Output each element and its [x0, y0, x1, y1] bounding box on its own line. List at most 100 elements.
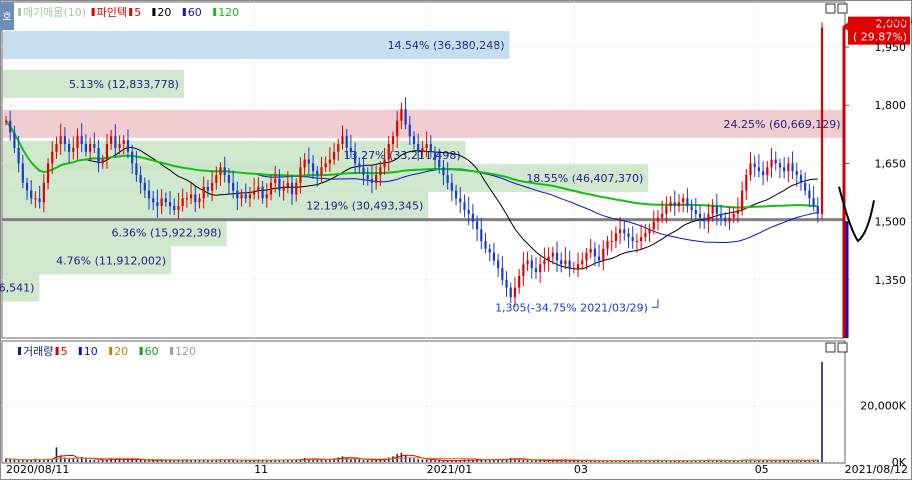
volume-bar — [76, 459, 79, 462]
volume-bar — [68, 458, 70, 462]
candle-body — [84, 144, 88, 152]
candle-body — [391, 136, 395, 145]
candle-body — [320, 167, 323, 176]
candle-body — [589, 248, 592, 253]
volume-bar — [535, 460, 537, 462]
candle-body — [118, 144, 121, 148]
candle-body — [669, 202, 672, 207]
volume-bar — [434, 460, 436, 462]
candle-body — [412, 136, 416, 145]
candle-body — [227, 175, 231, 183]
candle-body — [223, 167, 226, 176]
candle-body — [631, 237, 634, 242]
candle-body — [627, 233, 630, 238]
candle-body — [753, 163, 756, 168]
stock-chart: 14.54% (36,380,248)24.25% (60,669,129)5.… — [0, 0, 912, 480]
price-legend-swatch — [213, 8, 217, 16]
candle-body — [593, 248, 596, 257]
candle-body — [185, 198, 188, 200]
candle-body — [295, 182, 298, 195]
panel-maximize-button[interactable] — [825, 3, 836, 14]
candle-body — [282, 186, 285, 191]
volume-legend-label: 20 — [114, 345, 128, 358]
volume-bar — [9, 459, 12, 462]
candle-body — [774, 159, 777, 164]
candle-body — [543, 260, 546, 265]
candle-body — [614, 233, 617, 242]
candle-body — [459, 198, 462, 203]
volume-bar — [110, 458, 112, 462]
volume-legend-label: 60 — [145, 345, 159, 358]
volume-bar — [236, 460, 239, 462]
candle-body — [274, 178, 277, 183]
volume-bar — [43, 459, 45, 462]
panel-close-button[interactable] — [837, 342, 848, 353]
candle-body — [25, 182, 29, 191]
candle-body — [501, 268, 504, 280]
candle-body — [189, 194, 193, 199]
price-legend-swatch — [152, 8, 156, 16]
candle-body — [269, 182, 273, 195]
candle-body — [497, 260, 500, 269]
candle-body — [656, 217, 660, 222]
low-price-annotation: 1,305(-34.75% 2021/03/29) — [495, 301, 648, 314]
candle-body — [597, 256, 601, 261]
volume-profile-label: 18.55% (46,407,370) — [526, 172, 643, 185]
candle-body — [572, 268, 575, 270]
candle-body — [640, 237, 643, 242]
volume-bar — [122, 460, 125, 462]
candle-body — [438, 159, 441, 168]
volume-bar — [13, 459, 16, 462]
price-legend-swatch — [18, 8, 21, 16]
candle-body — [732, 213, 735, 218]
volume-legend-swatch — [55, 347, 59, 355]
candle-body — [362, 167, 365, 176]
candle-body — [450, 182, 453, 191]
candle-body — [177, 206, 180, 210]
candle-body — [299, 167, 302, 183]
candle-body — [665, 206, 668, 214]
price-legend-label: 20 — [157, 6, 171, 19]
price-legend-label: 60 — [188, 6, 202, 19]
candle-body — [366, 175, 369, 179]
candle-body — [480, 229, 483, 242]
volume-bar — [526, 460, 529, 462]
volume-profile-label: 12.19% (30,493,345) — [306, 199, 423, 212]
volume-bar — [101, 460, 104, 462]
candle-body — [332, 151, 336, 160]
candle-body — [232, 182, 235, 191]
candle-body — [619, 229, 622, 234]
volume-bar — [821, 362, 823, 462]
candle-body — [9, 120, 12, 133]
candle-body — [433, 151, 437, 160]
price-tick-label: 1,800 — [875, 99, 907, 112]
candle-body — [303, 159, 306, 168]
candle-body — [341, 136, 344, 145]
candle-body — [471, 213, 474, 222]
candle-body — [728, 217, 731, 222]
volume-bar — [530, 460, 533, 462]
candle-body — [766, 167, 769, 176]
candle-body — [311, 163, 315, 172]
candle-body — [484, 241, 487, 249]
candle-body — [799, 175, 803, 183]
panel-close-button[interactable] — [837, 3, 848, 14]
candle-body — [42, 182, 45, 203]
candle-body — [736, 209, 739, 214]
candle-body — [602, 248, 605, 261]
volume-bar — [665, 460, 668, 462]
candle-body — [534, 268, 538, 273]
panel-maximize-button[interactable] — [825, 342, 836, 353]
candle-body — [560, 260, 563, 265]
candle-body — [804, 182, 807, 191]
candle-body — [110, 136, 113, 145]
candle-body — [677, 202, 681, 207]
candle-body — [51, 151, 54, 164]
candle-body — [522, 264, 525, 276]
candle-body — [661, 213, 664, 218]
volume-legend-swatch — [139, 347, 143, 355]
candle-body — [711, 206, 714, 214]
candle-body — [724, 217, 727, 222]
candle-body — [379, 167, 382, 176]
candle-body — [682, 198, 685, 203]
